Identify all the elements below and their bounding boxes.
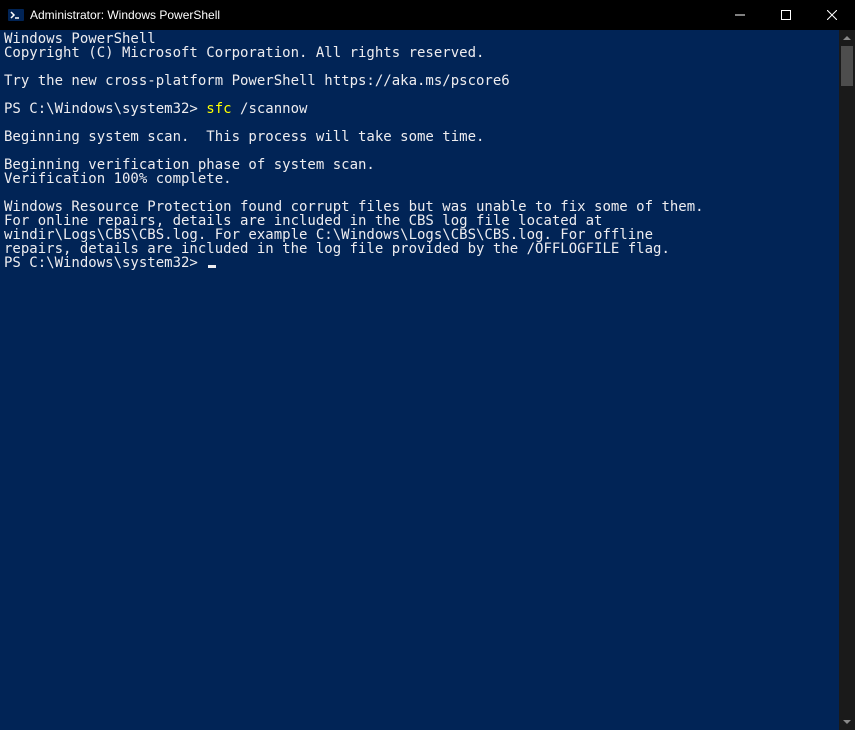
terminal-line (4, 88, 839, 102)
terminal-line (4, 186, 839, 200)
prompt-text: PS C:\Windows\system32> (4, 101, 206, 117)
terminal-line: Verification 100% complete. (4, 172, 839, 186)
command-arg: /scannow (240, 101, 307, 117)
terminal-prompt-line: PS C:\Windows\system32> sfc /scannow (4, 102, 839, 116)
terminal-line: Windows Resource Protection found corrup… (4, 200, 839, 214)
scroll-up-arrow[interactable] (839, 30, 855, 46)
terminal-line: Beginning verification phase of system s… (4, 158, 839, 172)
terminal-line (4, 116, 839, 130)
terminal-prompt-line: PS C:\Windows\system32> (4, 256, 839, 270)
terminal-line: Copyright (C) Microsoft Corporation. All… (4, 46, 839, 60)
powershell-icon (8, 7, 24, 23)
close-button[interactable] (809, 0, 855, 30)
scroll-down-arrow[interactable] (839, 714, 855, 730)
maximize-button[interactable] (763, 0, 809, 30)
cursor (208, 265, 216, 268)
terminal-line: repairs, details are included in the log… (4, 242, 839, 256)
terminal-line: windir\Logs\CBS\CBS.log. For example C:\… (4, 228, 839, 242)
vertical-scrollbar[interactable] (839, 30, 855, 730)
window-title: Administrator: Windows PowerShell (30, 8, 220, 22)
terminal-line (4, 144, 839, 158)
scrollbar-thumb[interactable] (841, 46, 853, 86)
prompt-text: PS C:\Windows\system32> (4, 255, 206, 271)
terminal-line: For online repairs, details are included… (4, 214, 839, 228)
powershell-window: Administrator: Windows PowerShell Window… (0, 0, 855, 730)
window-controls (717, 0, 855, 30)
command-text: sfc (206, 101, 240, 117)
terminal-area: Windows PowerShellCopyright (C) Microsof… (0, 30, 855, 730)
terminal-line: Beginning system scan. This process will… (4, 130, 839, 144)
terminal-line: Windows PowerShell (4, 32, 839, 46)
terminal-output[interactable]: Windows PowerShellCopyright (C) Microsof… (0, 30, 839, 730)
minimize-button[interactable] (717, 0, 763, 30)
terminal-line (4, 60, 839, 74)
titlebar[interactable]: Administrator: Windows PowerShell (0, 0, 855, 30)
terminal-line: Try the new cross-platform PowerShell ht… (4, 74, 839, 88)
